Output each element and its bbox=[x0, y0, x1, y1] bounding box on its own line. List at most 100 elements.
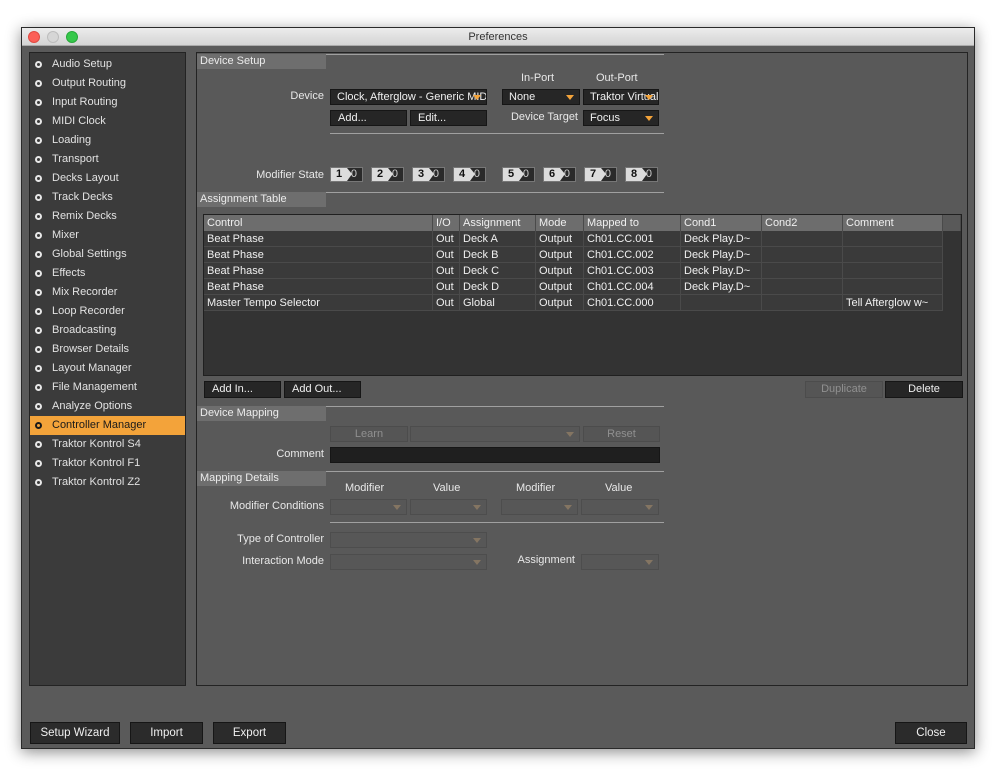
table-cell-control[interactable]: Beat Phase bbox=[204, 231, 433, 247]
table-cell-cond2[interactable] bbox=[762, 247, 843, 263]
close-window-button[interactable] bbox=[28, 31, 40, 43]
table-cell-mode[interactable]: Output bbox=[536, 247, 584, 263]
table-cell-cond2[interactable] bbox=[762, 231, 843, 247]
comment-input[interactable] bbox=[330, 447, 660, 463]
sidebar-item-input-routing[interactable]: Input Routing bbox=[30, 93, 185, 112]
sidebar-item-mix-recorder[interactable]: Mix Recorder bbox=[30, 283, 185, 302]
column-header-cond2[interactable]: Cond2 bbox=[762, 215, 843, 231]
device-target-dropdown[interactable]: Focus bbox=[583, 110, 659, 126]
table-cell-io[interactable]: Out bbox=[433, 247, 460, 263]
learn-target-dropdown[interactable] bbox=[410, 426, 580, 442]
column-header-cond1[interactable]: Cond1 bbox=[681, 215, 762, 231]
table-cell-assignment[interactable]: Global bbox=[460, 295, 536, 311]
sidebar-item-transport[interactable]: Transport bbox=[30, 150, 185, 169]
table-cell-comment[interactable] bbox=[843, 247, 943, 263]
in-port-dropdown[interactable]: None bbox=[502, 89, 580, 105]
table-cell-io[interactable]: Out bbox=[433, 231, 460, 247]
column-header-io[interactable]: I/O bbox=[433, 215, 460, 231]
zoom-window-button[interactable] bbox=[66, 31, 78, 43]
sidebar-item-remix-decks[interactable]: Remix Decks bbox=[30, 207, 185, 226]
table-cell-control[interactable]: Beat Phase bbox=[204, 279, 433, 295]
sidebar-item-decks-layout[interactable]: Decks Layout bbox=[30, 169, 185, 188]
export-button[interactable]: Export bbox=[213, 722, 286, 744]
table-cell-mapped-to[interactable]: Ch01.CC.003 bbox=[584, 263, 681, 279]
table-cell-assignment[interactable]: Deck A bbox=[460, 231, 536, 247]
add-device-button[interactable]: Add... bbox=[330, 110, 407, 126]
import-button[interactable]: Import bbox=[130, 722, 203, 744]
sidebar-item-loading[interactable]: Loading bbox=[30, 131, 185, 150]
table-cell-comment[interactable] bbox=[843, 279, 943, 295]
column-header-mode[interactable]: Mode bbox=[536, 215, 584, 231]
sidebar-item-label: Traktor Kontrol S4 bbox=[52, 438, 141, 450]
table-cell-cond1[interactable] bbox=[681, 295, 762, 311]
sidebar-item-layout-manager[interactable]: Layout Manager bbox=[30, 359, 185, 378]
interaction-mode-dropdown[interactable] bbox=[330, 554, 487, 570]
table-cell-cond1[interactable]: Deck Play.D~ bbox=[681, 263, 762, 279]
value-2-dropdown[interactable] bbox=[581, 499, 659, 515]
modifier-1-dropdown[interactable] bbox=[330, 499, 407, 515]
sidebar-item-midi-clock[interactable]: MIDI Clock bbox=[30, 112, 185, 131]
table-cell-cond1[interactable]: Deck Play.D~ bbox=[681, 247, 762, 263]
sidebar-item-analyze-options[interactable]: Analyze Options bbox=[30, 397, 185, 416]
column-header-mapped-to[interactable]: Mapped to bbox=[584, 215, 681, 231]
table-cell-io[interactable]: Out bbox=[433, 263, 460, 279]
table-cell-comment[interactable] bbox=[843, 263, 943, 279]
type-of-controller-dropdown[interactable] bbox=[330, 532, 487, 548]
sidebar-item-traktor-kontrol-z2[interactable]: Traktor Kontrol Z2 bbox=[30, 473, 185, 492]
sidebar-item-track-decks[interactable]: Track Decks bbox=[30, 188, 185, 207]
table-cell-control[interactable]: Beat Phase bbox=[204, 247, 433, 263]
table-cell-mode[interactable]: Output bbox=[536, 279, 584, 295]
device-dropdown[interactable]: Clock, Afterglow - Generic MIDI bbox=[330, 89, 487, 105]
table-cell-control[interactable]: Master Tempo Selector bbox=[204, 295, 433, 311]
duplicate-button[interactable]: Duplicate bbox=[805, 381, 883, 398]
add-out-button[interactable]: Add Out... bbox=[284, 381, 361, 398]
sidebar-item-controller-manager[interactable]: Controller Manager bbox=[30, 416, 185, 435]
sidebar-item-traktor-kontrol-f1[interactable]: Traktor Kontrol F1 bbox=[30, 454, 185, 473]
column-header-control[interactable]: Control bbox=[204, 215, 433, 231]
sidebar-item-audio-setup[interactable]: Audio Setup bbox=[30, 55, 185, 74]
sidebar-item-traktor-kontrol-s4[interactable]: Traktor Kontrol S4 bbox=[30, 435, 185, 454]
reset-button[interactable]: Reset bbox=[583, 426, 660, 442]
close-button[interactable]: Close bbox=[895, 722, 967, 744]
modifier-2-dropdown[interactable] bbox=[501, 499, 578, 515]
table-cell-mapped-to[interactable]: Ch01.CC.004 bbox=[584, 279, 681, 295]
add-in-button[interactable]: Add In... bbox=[204, 381, 281, 398]
table-cell-mapped-to[interactable]: Ch01.CC.002 bbox=[584, 247, 681, 263]
table-cell-mapped-to[interactable]: Ch01.CC.000 bbox=[584, 295, 681, 311]
learn-button[interactable]: Learn bbox=[330, 426, 408, 442]
table-cell-cond2[interactable] bbox=[762, 263, 843, 279]
table-cell-assignment[interactable]: Deck D bbox=[460, 279, 536, 295]
table-cell-io[interactable]: Out bbox=[433, 279, 460, 295]
table-cell-cond1[interactable]: Deck Play.D~ bbox=[681, 231, 762, 247]
assignment-dropdown[interactable] bbox=[581, 554, 659, 570]
value-1-dropdown[interactable] bbox=[410, 499, 487, 515]
sidebar-item-global-settings[interactable]: Global Settings bbox=[30, 245, 185, 264]
table-cell-cond1[interactable]: Deck Play.D~ bbox=[681, 279, 762, 295]
table-cell-cond2[interactable] bbox=[762, 295, 843, 311]
delete-button[interactable]: Delete bbox=[885, 381, 963, 398]
sidebar-item-loop-recorder[interactable]: Loop Recorder bbox=[30, 302, 185, 321]
sidebar-item-broadcasting[interactable]: Broadcasting bbox=[30, 321, 185, 340]
setup-wizard-button[interactable]: Setup Wizard bbox=[30, 722, 120, 744]
table-cell-cond2[interactable] bbox=[762, 279, 843, 295]
table-cell-comment[interactable] bbox=[843, 231, 943, 247]
sidebar-item-file-management[interactable]: File Management bbox=[30, 378, 185, 397]
out-port-dropdown[interactable]: Traktor Virtual Output bbox=[583, 89, 659, 105]
table-cell-assignment[interactable]: Deck C bbox=[460, 263, 536, 279]
table-cell-assignment[interactable]: Deck B bbox=[460, 247, 536, 263]
sidebar-item-mixer[interactable]: Mixer bbox=[30, 226, 185, 245]
table-cell-mode[interactable]: Output bbox=[536, 295, 584, 311]
edit-device-button[interactable]: Edit... bbox=[410, 110, 487, 126]
column-header-comment[interactable]: Comment bbox=[843, 215, 943, 231]
minimize-window-button[interactable] bbox=[47, 31, 59, 43]
table-cell-io[interactable]: Out bbox=[433, 295, 460, 311]
table-cell-mode[interactable]: Output bbox=[536, 263, 584, 279]
table-cell-mode[interactable]: Output bbox=[536, 231, 584, 247]
table-cell-control[interactable]: Beat Phase bbox=[204, 263, 433, 279]
sidebar-item-output-routing[interactable]: Output Routing bbox=[30, 74, 185, 93]
sidebar-item-browser-details[interactable]: Browser Details bbox=[30, 340, 185, 359]
table-cell-mapped-to[interactable]: Ch01.CC.001 bbox=[584, 231, 681, 247]
sidebar-item-effects[interactable]: Effects bbox=[30, 264, 185, 283]
table-cell-comment[interactable]: Tell Afterglow w~ bbox=[843, 295, 943, 311]
column-header-assignment[interactable]: Assignment bbox=[460, 215, 536, 231]
